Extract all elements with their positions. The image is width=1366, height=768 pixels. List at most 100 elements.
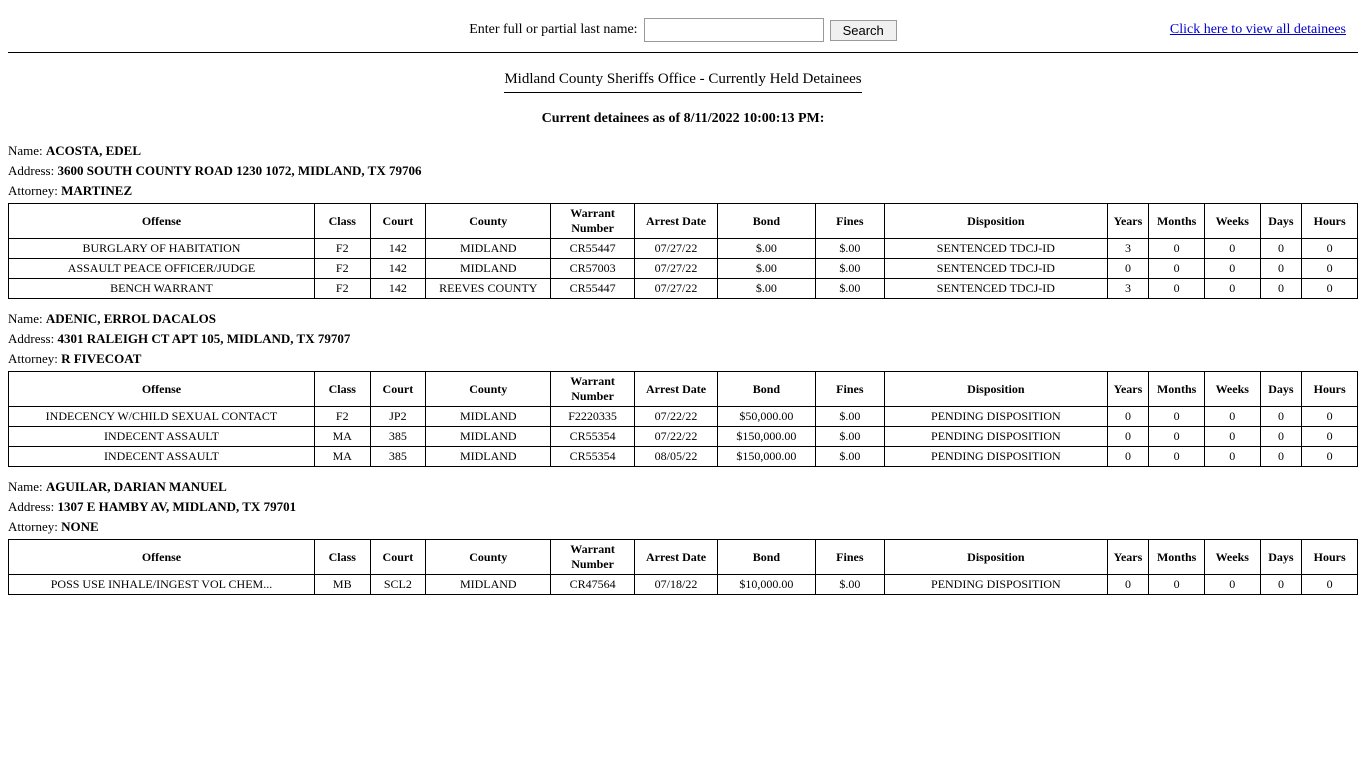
view-all-link[interactable]: Click here to view all detainees xyxy=(1170,22,1346,38)
cell-arrest: 07/22/22 xyxy=(634,407,717,427)
cell-arrest: 07/18/22 xyxy=(634,575,717,595)
detainee-attorney: Attorney: MARTINEZ xyxy=(8,183,1358,199)
col-header-arrest: Arrest Date xyxy=(634,204,717,239)
cell-offense: ASSAULT PEACE OFFICER/JUDGE xyxy=(9,259,315,279)
cell-hours: 0 xyxy=(1302,427,1358,447)
col-header-hours: Hours xyxy=(1302,372,1358,407)
cell-weeks: 0 xyxy=(1204,447,1260,467)
cell-fines: $.00 xyxy=(815,239,885,259)
cell-offense: BENCH WARRANT xyxy=(9,279,315,299)
cell-fines: $.00 xyxy=(815,447,885,467)
current-date: Current detainees as of 8/11/2022 10:00:… xyxy=(0,111,1366,127)
cell-county: MIDLAND xyxy=(426,447,551,467)
col-header-weeks: Weeks xyxy=(1204,372,1260,407)
col-header-years: Years xyxy=(1107,540,1149,575)
cell-bond: $150,000.00 xyxy=(718,427,815,447)
cell-offense: POSS USE INHALE/INGEST VOL CHEM... xyxy=(9,575,315,595)
cell-court: SCL2 xyxy=(370,575,426,595)
cell-hours: 0 xyxy=(1302,407,1358,427)
search-button[interactable]: Search xyxy=(830,20,897,41)
cell-hours: 0 xyxy=(1302,575,1358,595)
cell-disposition: PENDING DISPOSITION xyxy=(885,407,1108,427)
cell-warrant: CR55447 xyxy=(551,239,634,259)
cell-class: MA xyxy=(314,447,370,467)
cell-county: REEVES COUNTY xyxy=(426,279,551,299)
cell-hours: 0 xyxy=(1302,259,1358,279)
cell-bond: $.00 xyxy=(718,239,815,259)
cell-months: 0 xyxy=(1149,259,1205,279)
cell-fines: $.00 xyxy=(815,259,885,279)
col-header-offense: Offense xyxy=(9,540,315,575)
cell-offense: INDECENT ASSAULT xyxy=(9,427,315,447)
col-header-county: County xyxy=(426,204,551,239)
cell-hours: 0 xyxy=(1302,239,1358,259)
detainee-address: Address: 1307 E HAMBY AV, MIDLAND, TX 79… xyxy=(8,499,1358,515)
col-header-class: Class xyxy=(314,204,370,239)
col-header-offense: Offense xyxy=(9,372,315,407)
cell-warrant: F2220335 xyxy=(551,407,634,427)
table-header-row: Offense Class Court County Warrant Numbe… xyxy=(9,372,1358,407)
detainee-section: Name: ACOSTA, EDEL Address: 3600 SOUTH C… xyxy=(8,143,1358,299)
cell-hours: 0 xyxy=(1302,279,1358,299)
col-header-disposition: Disposition xyxy=(885,204,1108,239)
cell-warrant: CR55354 xyxy=(551,427,634,447)
table-row: ASSAULT PEACE OFFICER/JUDGE F2 142 MIDLA… xyxy=(9,259,1358,279)
cell-months: 0 xyxy=(1149,575,1205,595)
cell-bond: $10,000.00 xyxy=(718,575,815,595)
cell-court: JP2 xyxy=(370,407,426,427)
cell-weeks: 0 xyxy=(1204,259,1260,279)
cell-court: 142 xyxy=(370,259,426,279)
detainee-address: Address: 3600 SOUTH COUNTY ROAD 1230 107… xyxy=(8,163,1358,179)
col-header-weeks: Weeks xyxy=(1204,540,1260,575)
cell-years: 0 xyxy=(1107,575,1149,595)
search-input[interactable] xyxy=(644,18,824,42)
cell-court: 142 xyxy=(370,239,426,259)
cell-months: 0 xyxy=(1149,239,1205,259)
cell-class: F2 xyxy=(314,259,370,279)
cell-bond: $50,000.00 xyxy=(718,407,815,427)
cell-county: MIDLAND xyxy=(426,427,551,447)
col-header-days: Days xyxy=(1260,204,1302,239)
cell-class: F2 xyxy=(314,407,370,427)
cell-weeks: 0 xyxy=(1204,239,1260,259)
cell-weeks: 0 xyxy=(1204,575,1260,595)
cell-arrest: 07/27/22 xyxy=(634,279,717,299)
cell-class: F2 xyxy=(314,279,370,299)
offenses-table: Offense Class Court County Warrant Numbe… xyxy=(8,539,1358,595)
detainee-name: Name: AGUILAR, DARIAN MANUEL xyxy=(8,479,1358,495)
cell-days: 0 xyxy=(1260,279,1302,299)
col-header-court: Court xyxy=(370,372,426,407)
table-row: INDECENT ASSAULT MA 385 MIDLAND CR55354 … xyxy=(9,447,1358,467)
table-header-row: Offense Class Court County Warrant Numbe… xyxy=(9,204,1358,239)
page-title: Midland County Sheriffs Office - Current… xyxy=(504,71,861,93)
col-header-warrant: Warrant Number xyxy=(551,204,634,239)
col-header-county: County xyxy=(426,540,551,575)
detainee-attorney: Attorney: NONE xyxy=(8,519,1358,535)
col-header-bond: Bond xyxy=(718,204,815,239)
cell-offense: INDECENT ASSAULT xyxy=(9,447,315,467)
cell-class: MB xyxy=(314,575,370,595)
cell-county: MIDLAND xyxy=(426,575,551,595)
col-header-months: Months xyxy=(1149,540,1205,575)
col-header-years: Years xyxy=(1107,372,1149,407)
cell-county: MIDLAND xyxy=(426,407,551,427)
col-header-warrant: Warrant Number xyxy=(551,372,634,407)
cell-years: 3 xyxy=(1107,279,1149,299)
cell-disposition: SENTENCED TDCJ-ID xyxy=(885,239,1108,259)
cell-weeks: 0 xyxy=(1204,427,1260,447)
col-header-county: County xyxy=(426,372,551,407)
col-header-fines: Fines xyxy=(815,540,885,575)
col-header-bond: Bond xyxy=(718,540,815,575)
table-row: BENCH WARRANT F2 142 REEVES COUNTY CR554… xyxy=(9,279,1358,299)
cell-days: 0 xyxy=(1260,259,1302,279)
table-row: INDECENCY W/CHILD SEXUAL CONTACT F2 JP2 … xyxy=(9,407,1358,427)
col-header-arrest: Arrest Date xyxy=(634,372,717,407)
col-header-days: Days xyxy=(1260,540,1302,575)
col-header-hours: Hours xyxy=(1302,204,1358,239)
col-header-years: Years xyxy=(1107,204,1149,239)
detainees-container: Name: ACOSTA, EDEL Address: 3600 SOUTH C… xyxy=(0,143,1366,595)
table-row: INDECENT ASSAULT MA 385 MIDLAND CR55354 … xyxy=(9,427,1358,447)
col-header-bond: Bond xyxy=(718,372,815,407)
search-label: Enter full or partial last name: xyxy=(469,22,637,38)
cell-months: 0 xyxy=(1149,407,1205,427)
